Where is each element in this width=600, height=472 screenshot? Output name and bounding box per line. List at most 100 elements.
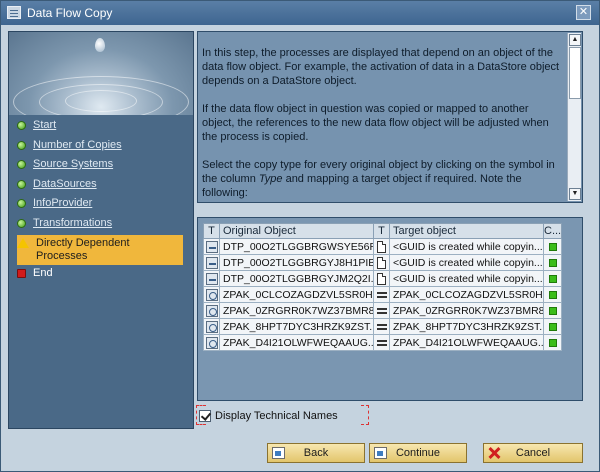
status-ok-icon [17,121,26,130]
close-icon[interactable]: ✕ [576,5,591,20]
dtp-object-icon [205,240,218,253]
description-paragraph: In this step, the processes are displaye… [202,47,560,87]
step-label[interactable]: Number of Copies [33,139,122,152]
step-infoprovider[interactable]: InfoProvider [17,197,185,210]
table-row[interactable]: DTP_00O2TLGGBRGWSYE56R... <GUID is create… [203,238,563,255]
step-transformations[interactable]: Transformations [17,217,185,230]
status-ok-icon [548,290,557,299]
back-button[interactable]: Back [267,443,365,463]
cancel-button[interactable]: Cancel [483,443,583,463]
scroll-down-icon[interactable]: ▼ [569,188,581,200]
create-new-icon[interactable] [377,240,386,253]
step-description: In this step, the processes are displaye… [197,31,583,203]
target-object-cell[interactable]: ZPAK_8HPT7DYC3HRZK9ZST... [389,318,544,335]
display-technical-names-option[interactable]: Display Technical Names [199,408,338,424]
copy-type-cell[interactable] [373,254,390,271]
object-type-cell [203,254,220,271]
step-label: Directly Dependent Processes [36,237,130,262]
status-ok-icon [17,199,26,208]
copy-type-cell[interactable] [373,270,390,287]
create-new-icon[interactable] [377,272,386,285]
create-new-icon[interactable] [377,256,386,269]
back-icon [272,447,285,459]
object-type-cell [203,318,220,335]
status-ok-icon [548,258,557,267]
target-object-cell[interactable]: <GUID is created while copyin... [389,254,544,271]
description-paragraph: If the data flow object in question was … [202,103,549,143]
column-header-copy-type[interactable]: T [373,223,390,239]
table-row[interactable]: ZPAK_8HPT7DYC3HRZK9ZST... ZPAK_8HPT7DYC3H… [203,318,563,335]
status-ok-icon [548,306,557,315]
target-object-cell[interactable]: ZPAK_0CLCOZAGDZVL5SR0HS... [389,286,544,303]
target-object-cell[interactable]: <GUID is created while copyin... [389,238,544,255]
status-ok-icon [548,322,557,331]
original-object-cell[interactable]: ZPAK_0CLCOZAGDZVL5SR0HS... [219,286,374,303]
table-row[interactable]: ZPAK_0ZRGRR0K7WZ37BMR8... ZPAK_0ZRGRR0K7W… [203,302,563,319]
original-object-cell[interactable]: DTP_00O2TLGGBRGYJM2Q2I... [219,270,374,287]
target-object-cell[interactable]: ZPAK_0ZRGRR0K7WZ37BMR8... [389,302,544,319]
status-cell [542,238,563,255]
table-row[interactable]: ZPAK_D4I21OLWFWEQAAUG... ZPAK_D4I21OLWFWE… [203,334,563,351]
zpak-object-icon [205,320,218,333]
column-header-target-object[interactable]: Target object [389,223,544,239]
scrollbar-thumb[interactable] [569,47,581,99]
copy-type-cell[interactable] [373,286,390,303]
status-ok-icon [17,160,26,169]
status-ok-icon [17,141,26,150]
water-drop-image [95,38,105,52]
column-header-original-object[interactable]: Original Object [219,223,374,239]
step-number-of-copies[interactable]: Number of Copies [17,139,185,152]
checkbox-label[interactable]: Display Technical Names [215,410,338,422]
continue-icon [374,447,387,459]
vertical-scrollbar[interactable]: ▲ ▼ [567,33,581,201]
data-flow-copy-dialog: Data Flow Copy ✕ Start Number of Copies … [0,0,600,472]
status-cell [542,318,563,335]
step-source-systems[interactable]: Source Systems [17,158,185,171]
original-object-cell[interactable]: ZPAK_8HPT7DYC3HRZK9ZST... [219,318,374,335]
table-row[interactable]: DTP_00O2TLGGBRGYJ8H1PIB... <GUID is creat… [203,254,563,271]
step-datasources[interactable]: DataSources [17,178,185,191]
map-existing-icon[interactable] [376,339,387,346]
map-existing-icon[interactable] [376,291,387,298]
warning-icon [17,238,29,248]
scroll-up-icon[interactable]: ▲ [569,34,581,46]
target-object-cell[interactable]: <GUID is created while copyin... [389,270,544,287]
column-header-status[interactable]: C... [542,223,563,239]
map-existing-icon[interactable] [376,323,387,330]
continue-button[interactable]: Continue [369,443,467,463]
table-row[interactable]: ZPAK_0CLCOZAGDZVL5SR0HS... ZPAK_0CLCOZAGD… [203,286,563,303]
step-list: Start Number of Copies Source Systems Da… [9,115,193,428]
object-type-cell [203,334,220,351]
zpak-object-icon [205,304,218,317]
map-existing-icon[interactable] [376,307,387,314]
object-type-cell [203,302,220,319]
step-label[interactable]: Source Systems [33,158,113,171]
display-technical-names-checkbox[interactable] [199,410,211,422]
step-label[interactable]: Transformations [33,217,112,230]
original-object-cell[interactable]: DTP_00O2TLGGBRGYJ8H1PIB... [219,254,374,271]
copy-type-cell[interactable] [373,334,390,351]
step-label[interactable]: Start [33,119,56,132]
step-directly-dependent-processes[interactable]: Directly Dependent Processes [17,235,183,265]
status-cell [542,334,563,351]
focus-bracket [361,405,369,425]
status-ok-icon [17,219,26,228]
step-start[interactable]: Start [17,119,185,132]
copy-type-cell[interactable] [373,318,390,335]
step-end[interactable]: End [17,267,185,280]
copy-type-cell[interactable] [373,238,390,255]
original-object-cell[interactable]: DTP_00O2TLGGBRGWSYE56R... [219,238,374,255]
table-row[interactable]: DTP_00O2TLGGBRGYJM2Q2I... <GUID is create… [203,270,563,287]
step-label[interactable]: DataSources [33,178,97,191]
status-ok-icon [548,274,557,283]
original-object-cell[interactable]: ZPAK_0ZRGRR0K7WZ37BMR8... [219,302,374,319]
step-label: End [33,267,53,279]
table-header-row: T Original Object T Target object C... [203,223,563,239]
target-object-cell[interactable]: ZPAK_D4I21OLWFWEQAAUG... [389,334,544,351]
water-drop-banner [9,32,193,115]
step-label[interactable]: InfoProvider [33,197,92,210]
original-object-cell[interactable]: ZPAK_D4I21OLWFWEQAAUG... [219,334,374,351]
status-cell [542,254,563,271]
copy-type-cell[interactable] [373,302,390,319]
column-header-type[interactable]: T [203,223,220,239]
